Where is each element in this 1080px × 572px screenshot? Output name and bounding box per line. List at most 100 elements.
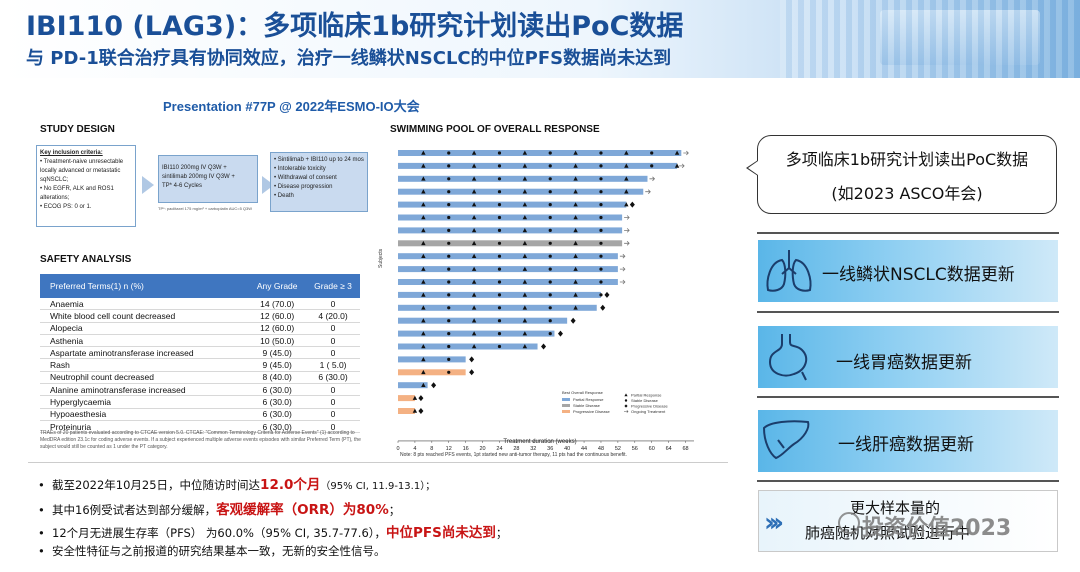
divider bbox=[757, 396, 1059, 398]
stable-disease-marker bbox=[447, 332, 451, 336]
cell-term: Aspartate aminotransferase increased bbox=[40, 346, 249, 360]
cell-grade3: 0 bbox=[306, 322, 360, 335]
stable-disease-marker bbox=[548, 241, 552, 245]
wechat-icon bbox=[838, 512, 860, 534]
progressive-disease-marker bbox=[604, 291, 610, 298]
cell-grade3: 6 (30.0) bbox=[306, 371, 360, 385]
cell-grade3: 0 bbox=[306, 334, 360, 348]
safety-footnote: TRAEs of 20 patients evaluated according… bbox=[40, 430, 361, 450]
stable-disease-marker bbox=[497, 280, 502, 284]
table-row: White blood cell count decreased 12 (60.0… bbox=[40, 309, 360, 323]
arrow-right-icon bbox=[142, 176, 154, 194]
page-title: IBI110 (LAG3)：多项临床1b研究计划读出PoC数据 bbox=[26, 11, 684, 42]
subject-bar bbox=[398, 253, 618, 260]
cell-any-grade: 9 (45.0) bbox=[248, 358, 307, 372]
table-row: Hypoaesthesia 6 (30.0) 0 bbox=[40, 408, 360, 421]
stable-disease-marker bbox=[548, 280, 552, 284]
x-tick-label: 28 bbox=[513, 446, 519, 452]
stable-disease-marker bbox=[447, 164, 451, 168]
cell-any-grade: 12 (60.0) bbox=[248, 322, 307, 335]
item-label: 一线胃癌数据更新 bbox=[836, 353, 972, 373]
cell-term: Hyperglycaemia bbox=[40, 395, 249, 409]
swimming-pool-title: SWIMMING POOL OF OVERALL RESPONSE bbox=[390, 124, 600, 135]
stable-disease-marker bbox=[447, 228, 451, 232]
cell-any-grade: 6 (30.0) bbox=[248, 395, 307, 409]
bullet-text: 其中16例受试者达到部分缓解， bbox=[52, 503, 217, 517]
cell-term: White blood cell count decreased bbox=[40, 309, 249, 323]
table-row: Alopecia 12 (60.0) 0 bbox=[40, 322, 360, 335]
inclusion-item: alterations; bbox=[40, 195, 70, 201]
inclusion-item: sqNSCLC; bbox=[40, 177, 69, 183]
table-row: Asthenia 10 (50.0) 0 bbox=[40, 334, 360, 348]
x-tick-label: 40 bbox=[564, 446, 570, 452]
ongoing-arrow bbox=[619, 266, 626, 272]
inclusion-item: locally advanced or metastatic bbox=[40, 168, 121, 174]
x-tick-label: 4 bbox=[413, 446, 416, 452]
stable-disease-marker bbox=[497, 306, 502, 310]
ongoing-arrow bbox=[624, 241, 630, 246]
stable-disease-marker bbox=[650, 164, 654, 168]
stable-disease-marker bbox=[650, 151, 654, 155]
cell-term: Neutrophil count decreased bbox=[40, 371, 249, 385]
regimen-note: TP*: paclitaxel 175 mg/m² + carboplatin … bbox=[158, 206, 253, 211]
subject-bar bbox=[398, 304, 597, 311]
x-tick-label: 24 bbox=[496, 446, 502, 452]
table-row: Hyperglycaemia 6 (30.0) 0 bbox=[40, 395, 360, 409]
stable-disease-marker bbox=[447, 319, 451, 323]
stable-disease-marker bbox=[447, 267, 451, 271]
cell-grade3: 0 bbox=[306, 395, 360, 409]
x-tick-label: 68 bbox=[682, 446, 688, 452]
legend-label: Partial Response bbox=[631, 393, 662, 398]
column-header: Preferred Terms(1) n (%) bbox=[40, 274, 249, 298]
table-row: Neutrophil count decreased 8 (40.0) 6 (30.… bbox=[40, 371, 360, 385]
legend-label: Stable Disease bbox=[573, 403, 601, 408]
bullet-text: 12个月无进展生存率（PFS） 为60.0%（95% CI, 35.7-77.6… bbox=[52, 526, 387, 540]
x-tick-label: 12 bbox=[446, 446, 452, 452]
cell-any-grade: 6 (30.0) bbox=[248, 383, 307, 397]
bullet-text: 截至2022年10月25日，中位随访时间达 bbox=[52, 478, 261, 492]
stable-disease-marker bbox=[497, 332, 502, 336]
table-row: Aspartate aminotransferase increased 9 (4… bbox=[40, 346, 360, 360]
swimming-pool-chart: 0 4 8 12 16 20 24 28 32 36 40 44 48 52 56 60 64 68 Best O… bbox=[378, 150, 694, 458]
header-decoration bbox=[780, 0, 1080, 78]
subject-bar bbox=[398, 343, 538, 350]
x-tick-label: 20 bbox=[480, 446, 486, 452]
x-tick-label: 64 bbox=[666, 446, 672, 452]
progressive-disease-marker bbox=[629, 201, 635, 208]
cell-term: Asthenia bbox=[40, 334, 249, 348]
stable-disease-marker bbox=[599, 293, 603, 297]
stable-disease-marker bbox=[447, 190, 451, 194]
legend-label: Ongoing Treatment bbox=[631, 409, 666, 414]
stable-disease-marker bbox=[548, 306, 552, 310]
stable-disease-marker bbox=[447, 344, 451, 349]
bullet-text: 安全性特征与之前报道的研究结果基本一致，无新的安全性信号。 bbox=[52, 544, 386, 558]
safety-table: Preferred Terms(1) n (%) Any Grade Grade… bbox=[40, 274, 360, 434]
bullet-4: • 安全性特征与之前报道的研究结果基本一致，无新的安全性信号。 bbox=[38, 544, 386, 558]
column-header: Any Grade bbox=[248, 274, 307, 298]
stable-disease-marker bbox=[497, 151, 502, 155]
stable-disease-marker bbox=[497, 267, 502, 271]
outcome-item: • Death bbox=[274, 193, 294, 199]
divider bbox=[757, 480, 1059, 482]
ongoing-arrow bbox=[624, 228, 630, 233]
stable-disease-marker bbox=[447, 177, 451, 181]
subject-bar bbox=[398, 227, 623, 234]
cell-term: Rash bbox=[40, 358, 249, 372]
stable-disease-marker bbox=[497, 228, 502, 232]
legend-swatch bbox=[562, 398, 570, 401]
legend-label: Partial Response bbox=[573, 397, 604, 402]
cell-term: Hypoaesthesia bbox=[40, 408, 249, 421]
stable-disease-marker bbox=[548, 254, 552, 258]
stable-disease-marker bbox=[548, 319, 552, 323]
watermark: 投资价值2023 bbox=[862, 516, 1012, 541]
legend-marker bbox=[624, 393, 628, 397]
liver-icon bbox=[762, 420, 810, 460]
stable-disease-marker bbox=[599, 177, 603, 181]
stable-disease-marker bbox=[548, 332, 552, 336]
subject-bar bbox=[398, 162, 678, 169]
legend-marker bbox=[624, 399, 628, 402]
stable-disease-marker bbox=[497, 319, 502, 323]
stable-disease-marker bbox=[599, 215, 603, 220]
progressive-disease-marker bbox=[469, 369, 475, 376]
divider bbox=[757, 311, 1059, 313]
